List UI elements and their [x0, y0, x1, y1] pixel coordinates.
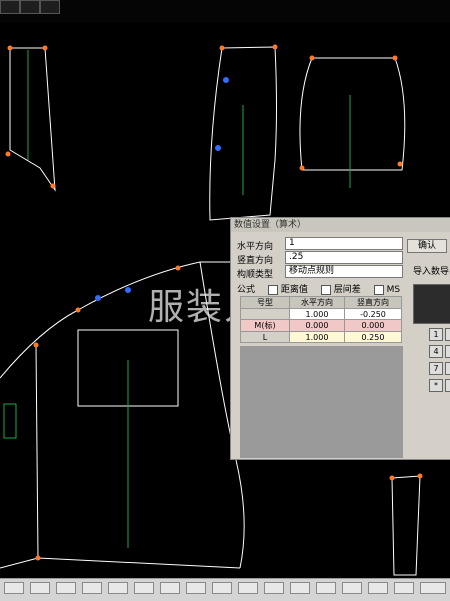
grading-table: 号型 水平方向 竖直方向 1.000 -0.250 M(标) 0.000 0.0…: [240, 296, 402, 343]
pattern-point: [299, 165, 305, 171]
pattern-point: [5, 151, 11, 157]
pattern-point: [397, 161, 403, 167]
size-cell[interactable]: M(标): [240, 319, 290, 332]
grading-dialog: 数值设置（算术） 水平方向 1 竖直方向 .25 构顺类型 移动点规则 公式 距…: [230, 217, 450, 460]
pattern-point: [272, 44, 278, 50]
keypad-key[interactable]: 1: [429, 328, 443, 341]
checkbox[interactable]: [373, 284, 384, 295]
status-cell: [4, 582, 24, 594]
status-cell: [186, 582, 206, 594]
pattern-piece-3: [299, 57, 406, 171]
value-cell[interactable]: 0.000: [344, 319, 402, 332]
option-label: MS: [386, 285, 401, 295]
table-row[interactable]: 1.000 -0.250: [240, 308, 402, 320]
keypad-key[interactable]: 5: [445, 345, 450, 358]
pattern-point: [7, 45, 13, 51]
options-row: 公式 距离值 层间差 MS: [237, 282, 400, 295]
keypad-key[interactable]: /: [445, 379, 450, 392]
status-cell: [108, 582, 128, 594]
field-label: 竖直方向: [237, 256, 274, 266]
col-header: 水平方向: [289, 296, 345, 309]
status-cell: [212, 582, 232, 594]
pattern-point: [175, 265, 181, 271]
grading-type-select[interactable]: 移动点规则: [285, 265, 403, 278]
pattern-point: [50, 183, 56, 189]
status-cell: [264, 582, 284, 594]
pattern-point: [35, 555, 41, 561]
pattern-point: [95, 295, 101, 301]
col-header: 竖直方向: [344, 296, 402, 309]
keypad-key[interactable]: 4: [429, 345, 443, 358]
preview-box: [413, 284, 450, 324]
size-cell[interactable]: L: [240, 331, 290, 343]
status-cell: [238, 582, 258, 594]
value-cell[interactable]: 0.000: [289, 319, 345, 332]
table-row[interactable]: M(标) 0.000 0.000: [240, 319, 402, 332]
status-cell: [82, 582, 102, 594]
status-bar: [0, 578, 450, 601]
pattern-point: [417, 473, 423, 479]
confirm-button[interactable]: 确认: [407, 239, 447, 253]
status-cell: [160, 582, 180, 594]
table-row[interactable]: L 1.000 0.250: [240, 331, 402, 343]
pattern-point: [219, 45, 225, 51]
size-cell[interactable]: [240, 308, 290, 320]
field-label: 构顺类型: [237, 270, 274, 280]
horizontal-input[interactable]: 1: [285, 237, 403, 250]
keypad-key[interactable]: *: [429, 379, 443, 392]
option-label: 距离值: [280, 285, 308, 295]
table-empty-area: [240, 346, 403, 458]
small-piece: [3, 403, 17, 439]
value-cell[interactable]: 1.000: [289, 331, 345, 343]
keypad-key[interactable]: 8: [445, 362, 450, 375]
checkbox[interactable]: [267, 284, 278, 295]
status-cell: [394, 582, 414, 594]
col-header: 号型: [240, 296, 290, 309]
formula-label: 公式: [237, 285, 256, 295]
status-cell: [316, 582, 336, 594]
option-label: 层间差: [333, 285, 361, 295]
pattern-piece-1: [9, 47, 56, 192]
checkbox[interactable]: [320, 284, 331, 295]
value-cell[interactable]: 1.000: [289, 308, 345, 320]
pattern-point: [75, 307, 81, 313]
status-cell: [30, 582, 50, 594]
pattern-point: [309, 55, 315, 61]
value-cell[interactable]: 0.250: [344, 331, 402, 343]
pattern-point: [125, 287, 131, 293]
pattern-piece-5: [391, 475, 421, 576]
pattern-point: [223, 77, 229, 83]
status-cell: [368, 582, 388, 594]
status-cell: [290, 582, 310, 594]
keypad-key[interactable]: 7: [429, 362, 443, 375]
vertical-input[interactable]: .25: [285, 251, 403, 264]
value-cell[interactable]: -0.250: [344, 308, 402, 320]
pattern-point: [389, 475, 395, 481]
keypad-key[interactable]: 2: [445, 328, 450, 341]
field-label: 水平方向: [237, 242, 274, 252]
pattern-point: [215, 145, 221, 151]
status-cell: [56, 582, 76, 594]
pattern-point: [42, 45, 48, 51]
status-cell: [134, 582, 154, 594]
import-export-label[interactable]: 导入数导出: [413, 264, 450, 277]
pattern-point: [33, 342, 39, 348]
status-cell: [420, 582, 446, 594]
dialog-title: 数值设置（算术）: [231, 218, 450, 232]
status-cell: [342, 582, 362, 594]
pattern-point: [392, 55, 398, 61]
